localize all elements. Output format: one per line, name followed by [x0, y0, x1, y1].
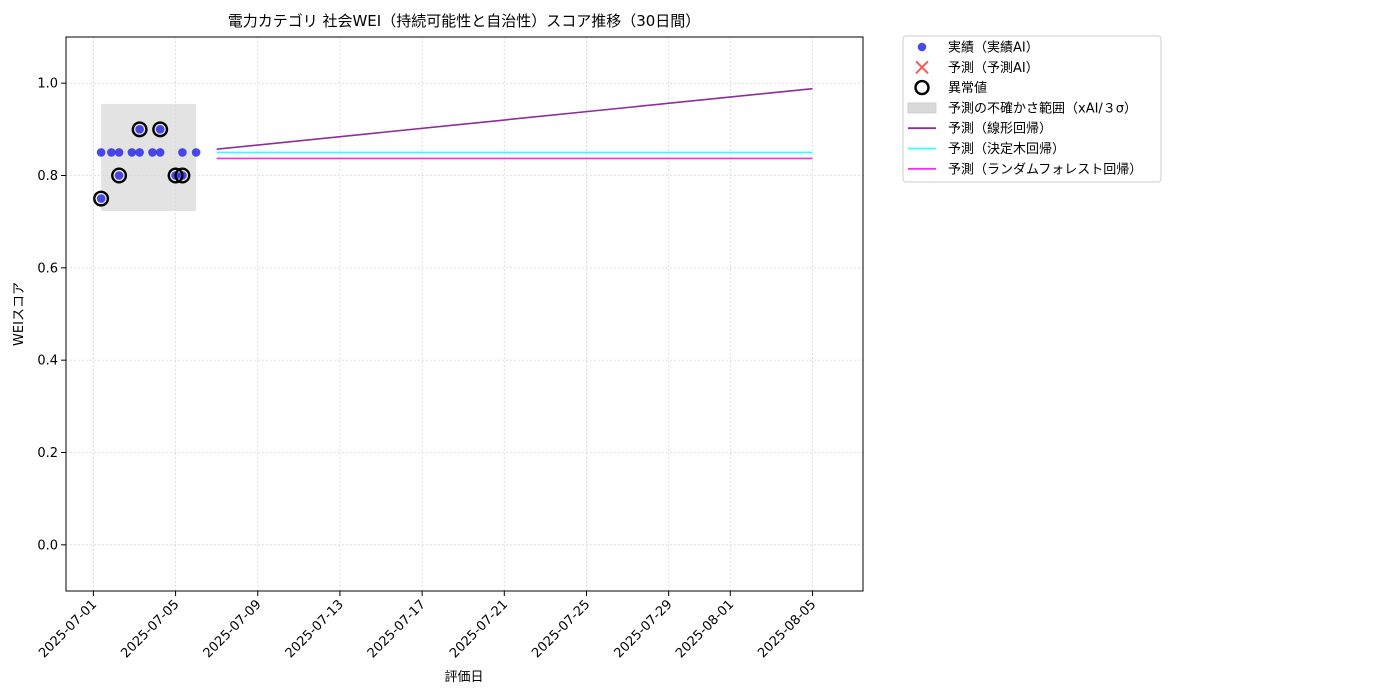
actual-point: [96, 148, 106, 157]
actual-point: [96, 194, 106, 203]
uncertainty-band: [101, 103, 197, 212]
chart-svg: 電力カテゴリ 社会WEI（持続可能性と自治性）スコア推移（30日間） 2025-…: [12, 12, 1162, 685]
actual-point: [135, 125, 144, 134]
x-tick-label: 2025-08-05: [755, 597, 819, 661]
legend-label: 予測（ランダムフォレスト回帰）: [948, 161, 1142, 177]
x-axis-ticks: 2025-07-01 2025-07-05 2025-07-09 2025-07-13…: [36, 591, 819, 661]
actual-point: [148, 148, 157, 157]
chart-title: 電力カテゴリ 社会WEI（持続可能性と自治性）スコア推移（30日間）: [228, 12, 701, 30]
y-tick-label: 0.6: [37, 261, 58, 276]
x-tick-label: 2025-07-25: [529, 597, 593, 661]
x-tick-label: 2025-07-17: [365, 597, 429, 661]
forecast-lines: [216, 87, 813, 160]
actual-point: [155, 125, 165, 134]
x-tick-label: 2025-07-13: [283, 597, 347, 661]
actual-point: [191, 148, 201, 157]
legend-label: 予測（線形回帰）: [948, 121, 1052, 137]
y-tick-label: 0.8: [37, 169, 58, 184]
actual-point: [135, 148, 144, 157]
x-tick-label: 2025-07-21: [447, 597, 511, 661]
legend-label: 予測（決定木回帰）: [948, 141, 1065, 157]
x-tick-label: 2025-07-09: [201, 597, 265, 661]
uncertainty-band-rect: [101, 103, 197, 212]
legend-dot-marker: [917, 42, 927, 52]
y-axis-title: WEIスコア: [12, 282, 27, 346]
actual-point: [114, 148, 124, 157]
legend-label: 異常値: [948, 80, 987, 96]
x-tick-label: 2025-07-29: [611, 597, 675, 661]
actual-point: [155, 148, 165, 157]
legend: 実績（実績AI） 予測（予測AI） 異常値予測の不確かさ範囲（xAI/３σ） 予測（線…: [902, 35, 1162, 183]
y-tick-label: 0.4: [37, 354, 58, 369]
legend-label: 予測の不確かさ範囲（xAI/３σ）: [948, 100, 1137, 116]
y-tick-label: 0.2: [37, 446, 58, 461]
x-axis-title: 評価日: [444, 670, 483, 685]
forecast-line: [216, 87, 813, 150]
actual-point: [114, 171, 124, 180]
legend-band-swatch: [907, 102, 937, 114]
actual-point: [107, 148, 116, 157]
x-tick-label: 2025-07-01: [36, 597, 100, 661]
y-tick-label: 1.0: [37, 77, 58, 92]
actual-point: [127, 148, 137, 157]
y-axis-ticks: 0.0 0.2 0.4 0.6 0.8 1.0: [37, 77, 66, 553]
x-tick-label: 2025-07-05: [118, 597, 182, 661]
x-tick-label: 2025-08-01: [673, 597, 737, 661]
legend-label: 予測（予測AI）: [948, 61, 1039, 76]
y-tick-label: 0.0: [37, 538, 58, 553]
legend-label: 実績（実績AI）: [948, 40, 1039, 56]
actual-point: [178, 148, 187, 157]
